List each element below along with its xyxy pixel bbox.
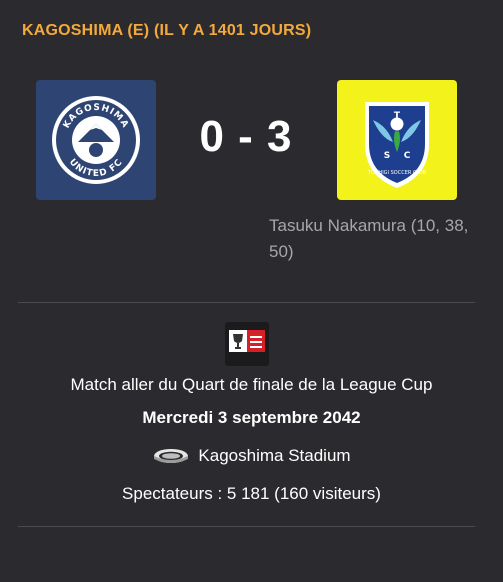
away-team-badge[interactable]: T S C TOCHIGI SOCCER CLUB: [337, 80, 457, 200]
kagoshima-united-crest-icon: KAGOSHIMA UNITED FC: [52, 96, 140, 184]
stadium-row: Kagoshima Stadium: [0, 446, 503, 470]
match-date: Mercredi 3 septembre 2042: [142, 408, 361, 427]
tochigi-sc-crest-icon: T S C TOCHIGI SOCCER CLUB: [365, 102, 429, 188]
divider: [18, 526, 475, 527]
svg-text:S: S: [384, 151, 390, 161]
home-team-badge[interactable]: KAGOSHIMA UNITED FC: [36, 80, 156, 200]
stadium-name[interactable]: Kagoshima Stadium: [198, 446, 350, 466]
match-score: 0 - 3: [199, 112, 293, 161]
league-cup-icon[interactable]: [225, 322, 269, 366]
svg-text:T: T: [394, 111, 401, 121]
competition-round: Match aller du Quart de finale de la Lea…: [70, 375, 433, 394]
attendance: Spectateurs : 5 181 (160 visiteurs): [122, 484, 381, 503]
away-badge-text: TOCHIGI SOCCER CLUB: [367, 170, 427, 176]
away-scorers: Tasuku Nakamura (10, 38, 50): [269, 216, 469, 261]
divider: [18, 302, 475, 303]
league-cup-logo-icon: [229, 330, 265, 352]
match-title: KAGOSHIMA (E) (IL Y A 1401 JOURS): [22, 22, 312, 39]
stadium-icon: [154, 449, 189, 463]
svg-text:C: C: [404, 151, 411, 161]
